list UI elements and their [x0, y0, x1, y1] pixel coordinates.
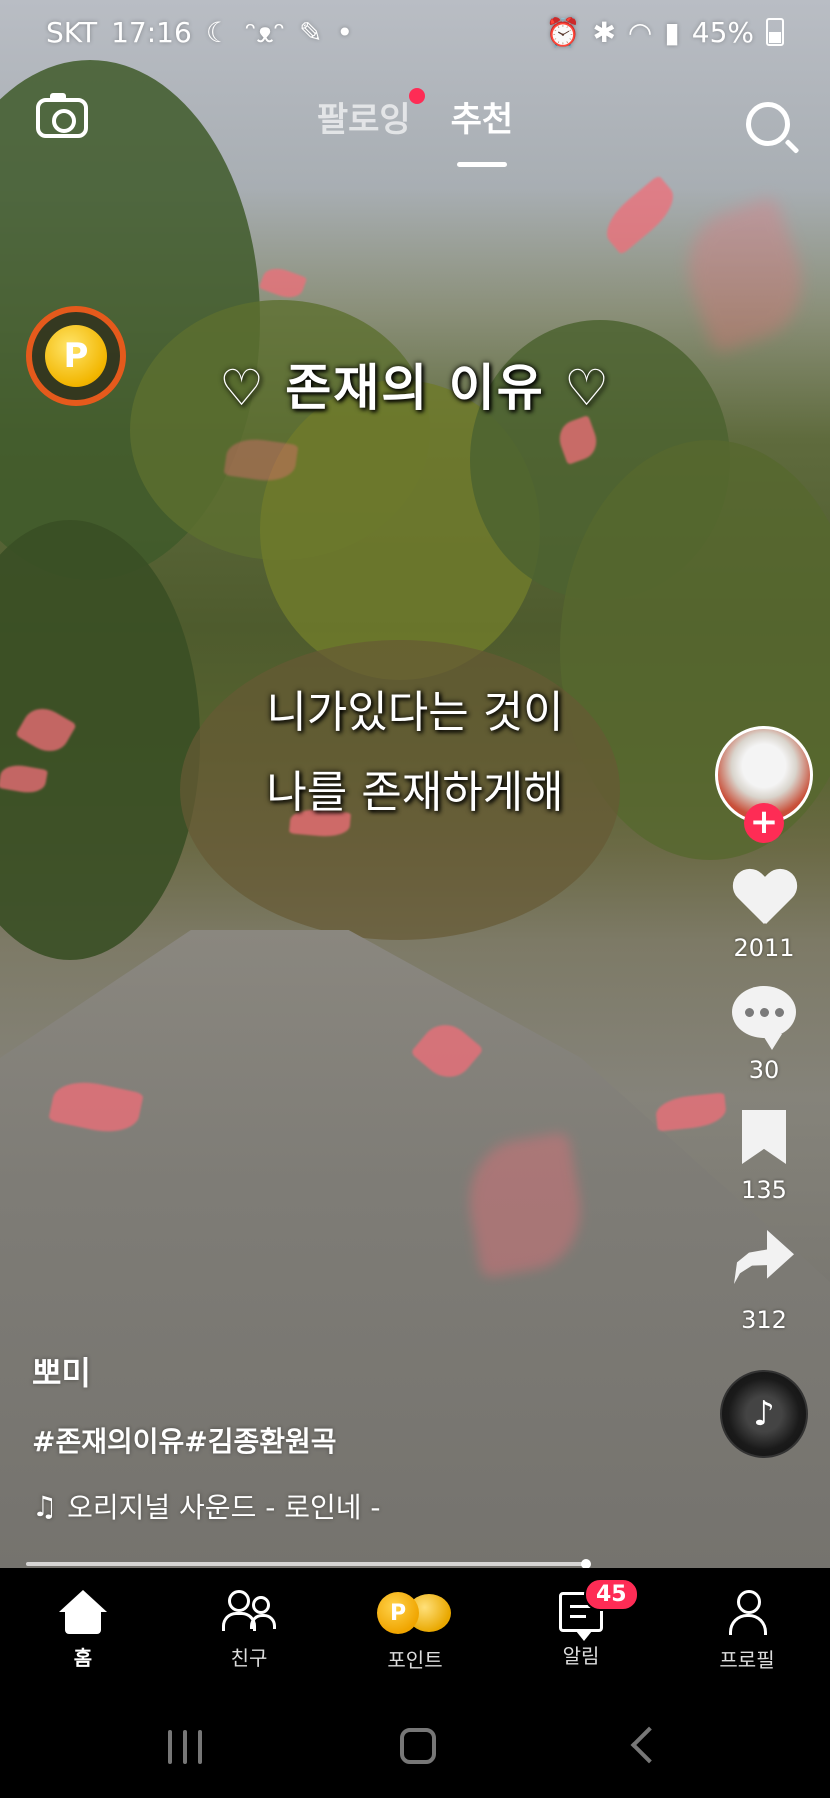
- tab-profile[interactable]: 프로필: [664, 1568, 830, 1688]
- tab-recommended[interactable]: 추천: [450, 92, 514, 167]
- video-title-caption: ♡ 존재의 이유 ♡: [219, 359, 611, 417]
- recent-apps-button[interactable]: [168, 1730, 202, 1764]
- rabbit-icon: ᵔᴥᵔ: [244, 15, 286, 49]
- system-nav-bar: [0, 1688, 830, 1798]
- share-count: 312: [741, 1306, 787, 1334]
- music-row[interactable]: ♫ 오리지널 사운드 - 로인네 -: [32, 1486, 672, 1526]
- creator-avatar[interactable]: +: [715, 726, 813, 843]
- notification-icon: ☾: [205, 15, 231, 49]
- tab-following-label: 팔로잉: [316, 100, 411, 140]
- status-bar: SKT 17:16 ☾ ᵔᴥᵔ ✎ • ⏰ ✱ ◠ ▮ 45%: [0, 0, 830, 64]
- tab-points-label: 포인트: [387, 1648, 443, 1672]
- wifi-icon: ◠: [627, 15, 653, 49]
- action-rail: + 2011 30 135 312 ♪: [714, 726, 814, 1458]
- comment-count: 30: [748, 1056, 780, 1084]
- share-arrow-icon: [734, 1230, 794, 1284]
- bookmark-icon: [742, 1110, 786, 1164]
- author-name[interactable]: 뽀미: [32, 1348, 672, 1394]
- battery-icon: [766, 18, 784, 46]
- tab-home-label: 홈: [73, 1646, 93, 1670]
- music-title: 오리지널 사운드 - 로인네 -: [67, 1491, 381, 1524]
- lyric-line-2: 나를 존재하게해: [266, 767, 564, 818]
- tab-following[interactable]: 팔로잉: [316, 88, 425, 141]
- more-notifications-dot: •: [336, 15, 354, 49]
- follow-plus-button[interactable]: +: [744, 803, 784, 843]
- save-count: 135: [741, 1176, 787, 1204]
- like-action[interactable]: 2011: [732, 870, 796, 962]
- hashtags[interactable]: #존재의이유#김종환원곡: [32, 1420, 672, 1460]
- tab-inbox-label: 알림: [562, 1644, 600, 1668]
- carrier-label: SKT: [46, 15, 98, 49]
- new-content-dot: [408, 88, 425, 104]
- lyric-line-1: 니가있다는 것이: [266, 687, 564, 738]
- friends-icon: [222, 1590, 276, 1634]
- comment-action[interactable]: 30: [732, 986, 796, 1084]
- music-note-icon: ♫: [32, 1489, 58, 1523]
- alarm-icon: ⏰: [545, 15, 581, 49]
- inbox-count-badge: 45: [584, 1578, 639, 1611]
- top-nav: 팔로잉 추천: [0, 88, 830, 172]
- video-progress-bar[interactable]: [26, 1559, 591, 1569]
- share-action[interactable]: 312: [734, 1230, 794, 1334]
- bluetooth-icon: ✱: [592, 15, 616, 49]
- tab-points[interactable]: P 포인트: [332, 1568, 498, 1688]
- tab-inbox[interactable]: 알림: [498, 1568, 664, 1688]
- clock: 17:16: [111, 15, 192, 49]
- music-disc-icon[interactable]: ♪: [720, 1370, 808, 1458]
- bottom-tab-bar: 홈 친구 P 포인트 알림 프로필 45: [0, 1568, 830, 1688]
- feather-icon: ✎: [299, 15, 323, 49]
- like-count: 2011: [733, 934, 795, 962]
- search-icon[interactable]: [746, 102, 790, 146]
- app-screen: SKT 17:16 ☾ ᵔᴥᵔ ✎ • ⏰ ✱ ◠ ▮ 45% 팔로잉 추천 P…: [0, 0, 830, 1798]
- profile-icon: [727, 1590, 767, 1636]
- home-icon: [59, 1590, 107, 1634]
- system-home-button[interactable]: [400, 1728, 436, 1764]
- heart-icon: [732, 870, 796, 928]
- post-meta: 뽀미 #존재의이유#김종환원곡 ♫ 오리지널 사운드 - 로인네 -: [32, 1348, 672, 1526]
- tab-friends-label: 친구: [230, 1646, 268, 1670]
- back-button[interactable]: [630, 1726, 668, 1764]
- tab-profile-label: 프로필: [719, 1648, 775, 1672]
- coins-icon: P: [377, 1590, 453, 1636]
- signal-icon: ▮: [664, 15, 680, 49]
- tab-home[interactable]: 홈: [0, 1568, 166, 1688]
- tab-recommended-label: 추천: [450, 100, 514, 140]
- tab-friends[interactable]: 친구: [166, 1568, 332, 1688]
- save-action[interactable]: 135: [741, 1110, 787, 1204]
- battery-percent: 45%: [691, 15, 754, 49]
- comment-icon: [732, 986, 796, 1050]
- feed-tabs: 팔로잉 추천: [0, 88, 830, 167]
